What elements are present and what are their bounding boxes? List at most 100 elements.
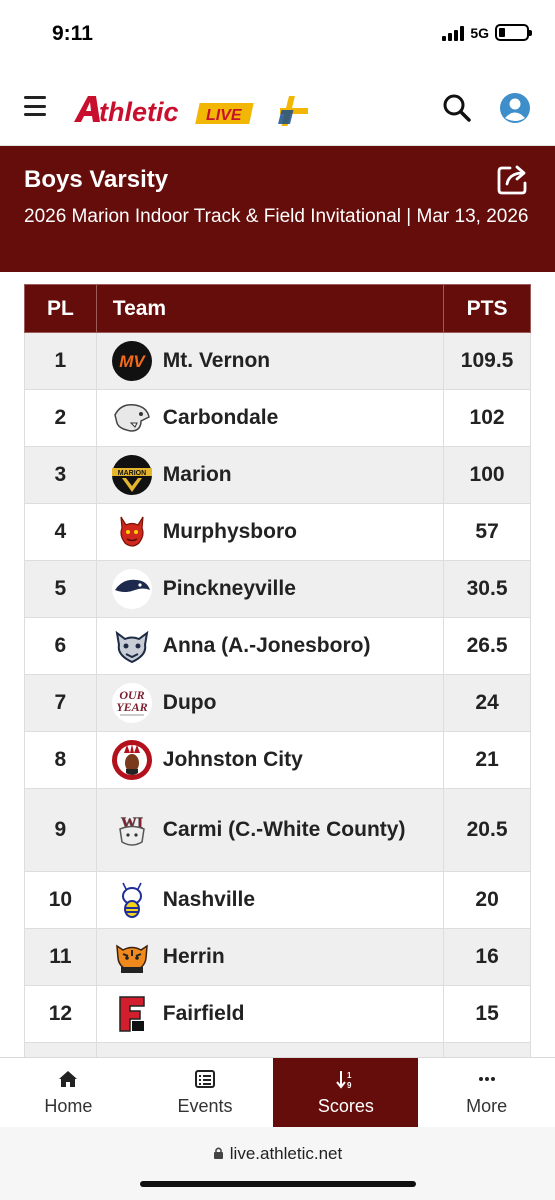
team-cell[interactable]: Nashville [95, 871, 445, 929]
fairfield-logo [119, 996, 145, 1032]
sort-icon: 19 [336, 1071, 352, 1090]
lock-icon [213, 1147, 223, 1159]
points-cell: 16 [443, 928, 531, 986]
place-cell: 2 [24, 389, 97, 447]
menu-icon[interactable] [24, 96, 46, 116]
points-cell: 102 [443, 389, 531, 447]
team-scores-table: PL Team PTS 1 MV Mt. Vernon 109.5 2 Carb… [24, 284, 531, 1100]
meet-title-band: Boys Varsity 2026 Marion Indoor Track & … [0, 146, 555, 272]
search-icon[interactable] [442, 93, 472, 123]
points-cell: 15 [443, 985, 531, 1043]
nav-events[interactable]: Events [137, 1058, 274, 1127]
table-row[interactable]: 11 Herrin 16 [24, 928, 531, 986]
team-cell[interactable]: Herrin [95, 928, 445, 986]
svg-text:1: 1 [347, 1071, 352, 1080]
logo-badge-text: LIVE [206, 107, 243, 124]
table-row[interactable]: 3 MARION Marion 100 [24, 446, 531, 504]
nav-home-label: Home [44, 1096, 93, 1116]
place-cell: 12 [24, 985, 97, 1043]
team-cell[interactable]: OUR YEAR Dupo [95, 674, 445, 732]
team-cell[interactable]: Murphysboro [95, 503, 445, 561]
team-cell[interactable]: Fairfield [95, 985, 445, 1043]
table-row[interactable]: 8 Johnston City 21 [24, 731, 531, 789]
table-row[interactable]: 7 OUR YEAR Dupo 24 [24, 674, 531, 732]
header-team[interactable]: Team [95, 284, 445, 333]
browser-url-bar[interactable]: live.athletic.net [0, 1127, 555, 1200]
signal-icon [442, 25, 465, 41]
nav-more-label: More [466, 1096, 508, 1116]
app-screen: 9:11 5G thletic LIVE Boys Varsity 2026 M… [0, 0, 555, 1200]
place-cell: 1 [24, 332, 97, 390]
table-header-row: PL Team PTS [24, 284, 531, 333]
team-name: Mt. Vernon [162, 349, 271, 372]
team-name: Murphysboro [162, 520, 297, 543]
team-name: Dupo [162, 691, 217, 714]
table-row[interactable]: 12 Fairfield 15 [24, 985, 531, 1043]
points-cell: 20.5 [443, 788, 531, 872]
nav-home[interactable]: Home [0, 1058, 137, 1127]
svg-text:YEAR: YEAR [116, 700, 147, 714]
place-cell: 4 [24, 503, 97, 561]
nav-scores[interactable]: 19 Scores [273, 1058, 419, 1127]
place-cell: 9 [24, 788, 97, 872]
place-cell: 7 [24, 674, 97, 732]
marion-logo: MARION [111, 455, 152, 495]
team-name: Nashville [162, 888, 256, 911]
nashville-logo [121, 882, 142, 918]
place-cell: 3 [24, 446, 97, 504]
user-avatar-icon[interactable] [500, 93, 530, 123]
team-cell[interactable]: MARION Marion [95, 446, 445, 504]
pinckneyville-logo [111, 569, 152, 609]
svg-text:9: 9 [347, 1081, 352, 1090]
team-cell[interactable]: MV Mt. Vernon [95, 332, 445, 390]
team-name: Anna (A.-Jonesboro) [162, 634, 371, 657]
team-cell[interactable]: Pinckneyville [95, 560, 445, 618]
more-icon [478, 1077, 495, 1081]
svg-text:MV: MV [119, 352, 146, 371]
meet-division-title: Boys Varsity [24, 166, 169, 193]
team-name: Herrin [162, 945, 225, 968]
dupo-logo: OURYEAR [111, 683, 152, 723]
herrin-logo [115, 944, 148, 973]
team-name: Marion [162, 463, 232, 486]
points-cell: 30.5 [443, 560, 531, 618]
team-name: Fairfield [162, 1002, 245, 1025]
table-row[interactable]: 6 Anna (A.-Jonesboro) 26.5 [24, 617, 531, 675]
network-label: 5G [470, 24, 489, 41]
share-icon[interactable] [496, 162, 530, 196]
points-cell: 109.5 [443, 332, 531, 390]
team-cell[interactable]: Anna (A.-Jonesboro) [95, 617, 445, 675]
table-row[interactable]: 4 Murphysboro 57 [24, 503, 531, 561]
points-cell: 24 [443, 674, 531, 732]
points-cell: 26.5 [443, 617, 531, 675]
mt-vernon-logo: MV [111, 341, 152, 381]
logo-a-mark [74, 96, 100, 122]
app-header: thletic LIVE [0, 72, 555, 146]
url-text[interactable]: live.athletic.net [0, 1144, 555, 1164]
status-time: 9:11 [52, 22, 93, 45]
team-cell[interactable]: WI Carmi (C.-White County) [95, 788, 445, 872]
status-indicators: 5G [442, 24, 532, 41]
battery-icon [495, 24, 532, 41]
place-cell: 10 [24, 871, 97, 929]
athletic-live-logo[interactable]: thletic LIVE [72, 92, 312, 128]
carbondale-logo [114, 403, 150, 432]
header-place[interactable]: PL [24, 284, 97, 333]
place-cell: 8 [24, 731, 97, 789]
header-points[interactable]: PTS [443, 284, 531, 333]
list-icon [195, 1070, 215, 1088]
nav-more[interactable]: More [418, 1058, 555, 1127]
table-row[interactable]: 10 Nashville 20 [24, 871, 531, 929]
murphysboro-logo [120, 516, 144, 547]
place-cell: 6 [24, 617, 97, 675]
table-row[interactable]: 9 WI Carmi (C.-White County) 20.5 [24, 788, 531, 872]
team-cell[interactable]: Carbondale [95, 389, 445, 447]
table-row[interactable]: 2 Carbondale 102 [24, 389, 531, 447]
points-cell: 21 [443, 731, 531, 789]
table-row[interactable]: 1 MV Mt. Vernon 109.5 [24, 332, 531, 390]
team-cell[interactable]: Johnston City [95, 731, 445, 789]
svg-text:MARION: MARION [118, 470, 146, 477]
table-row[interactable]: 5 Pinckneyville 30.5 [24, 560, 531, 618]
url-label: live.athletic.net [229, 1144, 343, 1163]
meet-subtitle: 2026 Marion Indoor Track & Field Invitat… [24, 206, 529, 227]
